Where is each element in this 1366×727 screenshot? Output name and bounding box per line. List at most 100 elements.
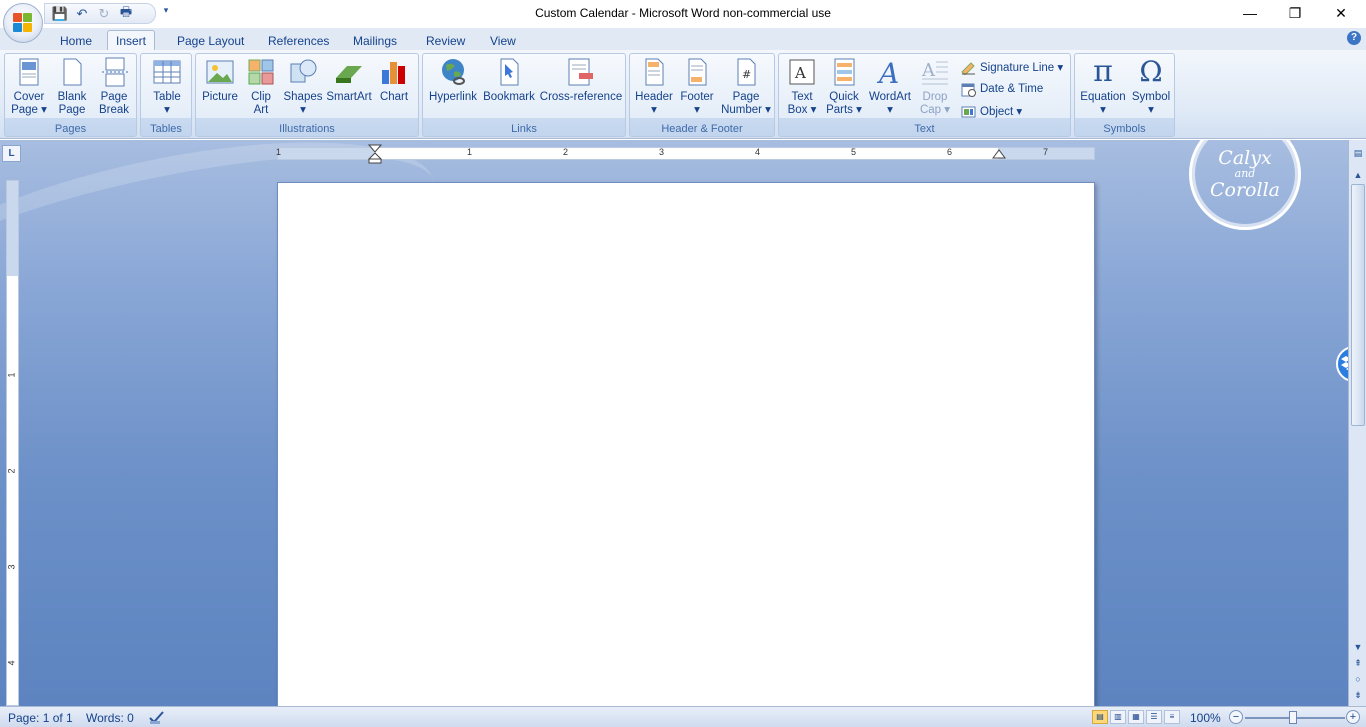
restore-button[interactable]: ❐	[1272, 0, 1318, 26]
cover-page-label-2: Page ▾	[11, 104, 47, 116]
previous-page-icon[interactable]: ⇞	[1351, 656, 1365, 670]
office-button[interactable]	[3, 3, 43, 43]
cross-reference-button[interactable]: Cross-reference	[537, 56, 625, 104]
vertical-scrollbar[interactable]: ▤ ▲ ▼ ⇞ ○ ⇟	[1348, 140, 1366, 706]
symbol-label: Symbol	[1131, 91, 1171, 103]
tab-selector-button[interactable]: L	[2, 145, 21, 162]
object-label: Object ▾	[980, 106, 1023, 118]
shapes-icon	[287, 56, 319, 88]
table-button[interactable]: Table ▾	[145, 56, 189, 117]
ribbon-tabs: Home Insert Page Layout References Maili…	[0, 28, 1366, 52]
view-ruler-icon[interactable]: ▤	[1351, 146, 1365, 160]
web-layout-view-icon[interactable]: ▦	[1128, 710, 1144, 724]
wordart-label: WordArt	[869, 91, 911, 103]
tab-mailings[interactable]: Mailings	[345, 32, 405, 52]
cross-reference-label: Cross-reference	[539, 91, 623, 103]
bookmark-icon	[493, 56, 525, 88]
print-layout-view-icon[interactable]: ▤	[1092, 710, 1108, 724]
scroll-down-icon[interactable]: ▼	[1351, 640, 1365, 654]
smartart-icon	[333, 56, 365, 88]
scrollbar-thumb[interactable]	[1351, 184, 1365, 426]
ruler-number: 7	[1043, 147, 1049, 157]
drop-cap-button[interactable]: A Drop Cap ▾	[915, 56, 955, 117]
tab-page-layout[interactable]: Page Layout	[169, 32, 252, 52]
object-icon	[961, 104, 976, 119]
draft-view-icon[interactable]: ≡	[1164, 710, 1180, 724]
help-icon[interactable]: ?	[1347, 31, 1361, 45]
bookmark-button[interactable]: Bookmark	[481, 56, 537, 104]
group-header-footer: Header ▾ Footer ▾ # Page Number ▾ Header…	[629, 53, 775, 137]
hyperlink-button[interactable]: Hyperlink	[425, 56, 481, 104]
ruler-number: 6	[947, 147, 953, 157]
smartart-button[interactable]: SmartArt	[326, 56, 372, 104]
blank-page-button[interactable]: Blank Page	[51, 56, 93, 117]
window-title: Custom Calendar - Microsoft Word non-com…	[535, 6, 831, 20]
zoom-slider-thumb[interactable]	[1289, 711, 1297, 724]
next-page-icon[interactable]: ⇟	[1351, 688, 1365, 702]
zoom-level[interactable]: 100%	[1190, 711, 1221, 725]
page-number-button[interactable]: # Page Number ▾	[718, 56, 774, 117]
clip-art-label-2: Art	[253, 104, 269, 116]
clip-art-button[interactable]: Clip Art	[242, 56, 280, 117]
zoom-in-button[interactable]: +	[1346, 710, 1360, 724]
wordart-button[interactable]: A WordArt ▾	[865, 56, 915, 117]
zoom-out-button[interactable]: −	[1229, 710, 1243, 724]
close-button[interactable]: ✕	[1318, 0, 1364, 26]
tab-view[interactable]: View	[482, 32, 524, 52]
page-break-button[interactable]: Page Break	[93, 56, 135, 117]
document-page[interactable]	[277, 182, 1095, 706]
drop-cap-icon: A	[919, 56, 951, 88]
tab-home[interactable]: Home	[52, 32, 100, 52]
dropbox-icon[interactable]	[1336, 346, 1348, 382]
footer-button[interactable]: Footer ▾	[676, 56, 718, 117]
text-box-button[interactable]: A Text Box ▾	[781, 56, 823, 117]
right-indent-marker-icon[interactable]	[992, 147, 1006, 159]
header-button[interactable]: Header ▾	[632, 56, 676, 117]
tab-review[interactable]: Review	[418, 32, 473, 52]
indent-marker-icon[interactable]	[368, 144, 382, 164]
picture-button[interactable]: Picture	[198, 56, 242, 104]
symbol-omega-icon: Ω	[1139, 55, 1163, 88]
group-illustrations: Picture Clip Art Shapes ▾ SmartArt Chart…	[195, 53, 419, 137]
ruler-number: 1	[276, 147, 282, 157]
full-screen-reading-view-icon[interactable]: ▥	[1110, 710, 1126, 724]
select-browse-object-icon[interactable]: ○	[1351, 672, 1365, 686]
horizontal-ruler[interactable]: 1 1 2 3 4 5 6 7	[276, 144, 1095, 164]
drop-cap-label: Drop	[922, 91, 948, 103]
word-count-status[interactable]: Words: 0	[86, 711, 134, 725]
symbol-button[interactable]: Ω Symbol ▾	[1129, 56, 1173, 117]
group-label-tables: Tables	[150, 123, 182, 135]
calyx-corolla-watermark-logo: Calyx and Corolla	[1189, 140, 1301, 230]
outline-view-icon[interactable]: ☰	[1146, 710, 1162, 724]
object-button[interactable]: Object ▾	[961, 102, 1022, 120]
chart-button[interactable]: Chart	[372, 56, 416, 104]
svg-text:#: #	[742, 68, 751, 81]
svg-text:A: A	[794, 64, 806, 82]
shapes-button[interactable]: Shapes ▾	[280, 56, 326, 117]
vertical-ruler[interactable]: 1 2 3 4	[6, 180, 19, 706]
quick-parts-button[interactable]: Quick Parts ▾	[823, 56, 865, 117]
date-time-icon	[961, 82, 976, 97]
hyperlink-label: Hyperlink	[429, 91, 477, 103]
signature-line-button[interactable]: Signature Line ▾	[961, 58, 1063, 76]
title-bar: 💾 ↶ ↻ 🖶 ▾ Custom Calendar - Microsoft Wo…	[0, 0, 1366, 43]
cover-page-button[interactable]: Cover Page ▾	[7, 56, 51, 117]
cover-page-label: Cover	[13, 91, 45, 103]
group-pages: Cover Page ▾ Blank Page Page Break Pages	[4, 53, 137, 137]
date-time-button[interactable]: Date & Time	[961, 80, 1043, 98]
ruler-top-margin	[7, 181, 18, 276]
scroll-up-icon[interactable]: ▲	[1351, 168, 1365, 182]
tab-insert[interactable]: Insert	[107, 30, 156, 52]
minimize-button[interactable]: —	[1227, 0, 1273, 26]
page-number-label: Page	[732, 91, 760, 103]
page-break-label-2: Break	[98, 104, 130, 116]
proofing-check-icon[interactable]	[148, 709, 166, 727]
tab-references[interactable]: References	[260, 32, 337, 52]
page-number-label-2: Number ▾	[721, 104, 771, 116]
page-count-status[interactable]: Page: 1 of 1	[8, 711, 73, 725]
quick-parts-icon	[828, 56, 860, 88]
group-symbols: π Equation ▾ Ω Symbol ▾ Symbols	[1074, 53, 1175, 137]
shapes-dropdown-label: ▾	[300, 104, 306, 116]
equation-button[interactable]: π Equation ▾	[1077, 56, 1129, 117]
ruler-number: 5	[851, 147, 857, 157]
